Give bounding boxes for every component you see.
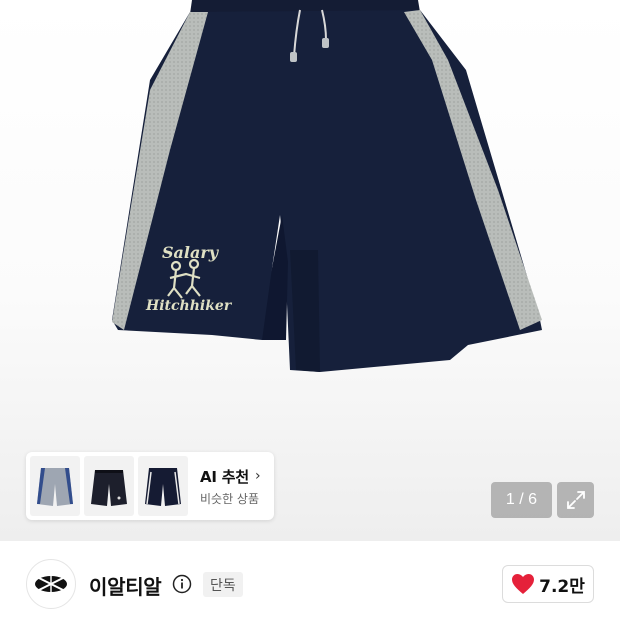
embroidery-text-1: Salary	[162, 243, 220, 262]
heart-icon	[512, 574, 535, 594]
exclusive-badge: 단독	[203, 572, 243, 597]
thumb-navy-stripe-shorts-icon	[145, 468, 181, 506]
brand-bar: 이알티알 단독 7.2만	[0, 541, 620, 620]
ai-recommend-card[interactable]: AI 추천 › 비슷한 상품	[26, 452, 274, 520]
info-icon[interactable]	[172, 574, 192, 594]
expand-icon	[566, 491, 585, 509]
embroidery-text-2: Hitchhiker	[145, 298, 233, 314]
product-image-area[interactable]: Salary Hitchhiker AI 추천 › 비슷한 상품 1 / 6	[0, 0, 620, 541]
like-count: 7.2만	[539, 576, 585, 597]
ai-recommend-subtitle: 비슷한 상품	[200, 491, 260, 506]
thumbnail-grey-shorts[interactable]	[30, 456, 80, 516]
thumbnail-black-shorts[interactable]	[84, 456, 134, 516]
image-page-counter: 1 / 6	[491, 482, 552, 518]
brand-logo[interactable]	[26, 559, 76, 609]
ai-recommend-title: AI 추천	[200, 467, 250, 486]
thumb-black-shorts-icon	[91, 470, 127, 506]
ai-recommend-text[interactable]: AI 추천 › 비슷한 상품	[200, 466, 261, 507]
brand-name[interactable]: 이알티알	[89, 571, 162, 600]
thumb-grey-shorts-icon	[37, 468, 73, 506]
chevron-right-icon: ›	[255, 468, 261, 484]
brand-logo-icon	[35, 576, 67, 592]
expand-button[interactable]	[557, 482, 594, 518]
thumbnail-navy-stripe-shorts[interactable]	[138, 456, 188, 516]
like-button[interactable]: 7.2만	[502, 565, 594, 603]
